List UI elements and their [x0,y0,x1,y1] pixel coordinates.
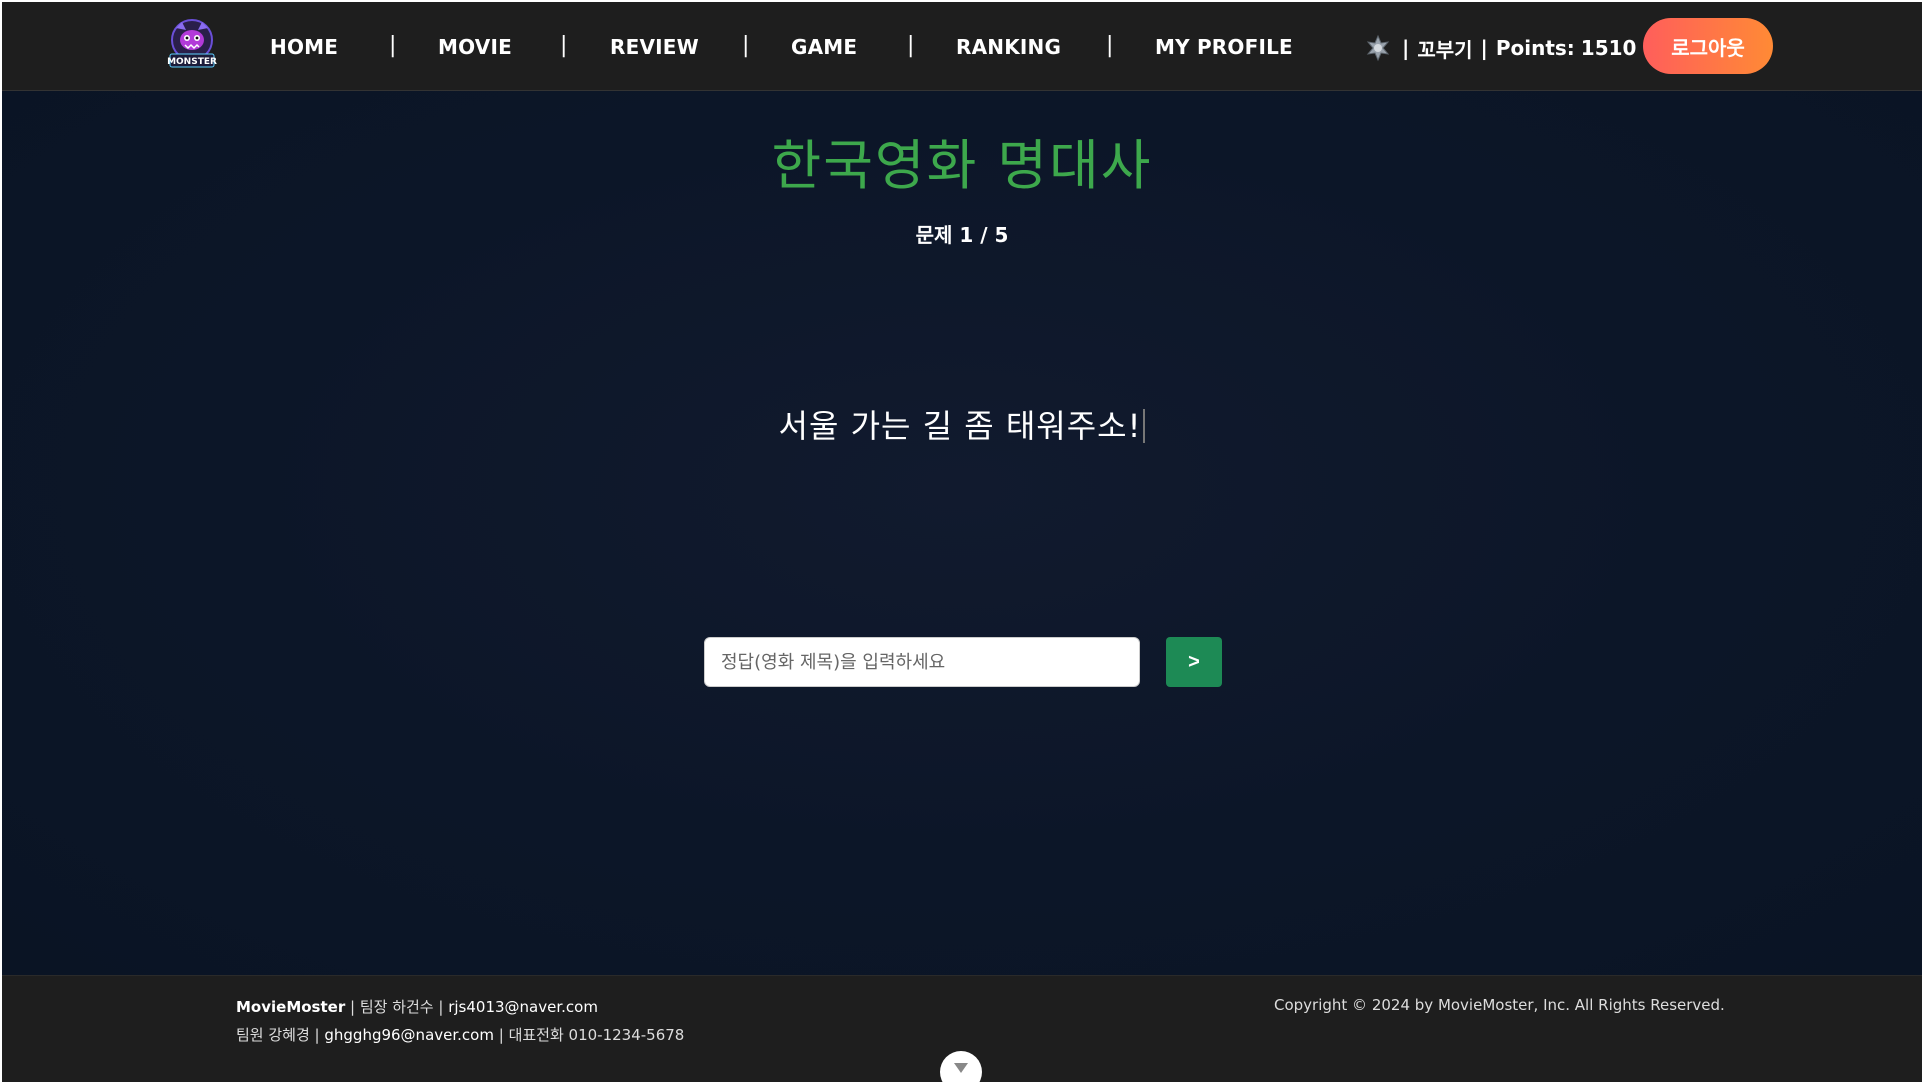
user-prefix: | [1402,36,1410,60]
footer-phone: | 대표전화 010-1234-5678 [498,1026,685,1044]
user-nickname: 꼬부기 [1417,37,1473,62]
nav-separator: | [907,33,915,58]
footer-member-label: 팀원 강혜경 | [236,1026,320,1044]
user-divider: | [1480,36,1488,60]
movie-quote: 서울 가는 길 좀 태워주소! [2,401,1922,447]
progress-value: 1 / 5 [959,223,1009,247]
footer-leader-label: | 팀장 하건수 | [350,998,444,1016]
rank-badge-icon [1366,34,1390,62]
game-main: 한국영화 명대사 문제 1 / 5 서울 가는 길 좀 태워주소! > [2,91,1922,975]
nav-review[interactable]: REVIEW [610,35,699,59]
answer-input[interactable] [704,637,1140,687]
points-value: 1510 [1580,36,1637,60]
footer-line-member: 팀원 강혜경 | ghgghg96@naver.com | 대표전화 010-1… [236,1024,684,1045]
user-info: | 꼬부기 | Points: 1510 [1364,30,1636,66]
footer: MovieMoster | 팀장 하건수 | rjs4013@naver.com… [2,975,1922,1082]
nav-ranking[interactable]: RANKING [956,35,1061,59]
nav-home[interactable]: HOME [270,35,338,59]
nav-separator: | [742,33,750,58]
footer-line-leader: MovieMoster | 팀장 하건수 | rjs4013@naver.com [236,996,598,1017]
scroll-toggle-button[interactable] [940,1051,982,1082]
submit-answer-button[interactable]: > [1166,637,1222,687]
nav-my-profile[interactable]: MY PROFILE [1155,35,1293,59]
nav-game[interactable]: GAME [791,35,857,59]
logout-button[interactable]: 로그아웃 [1643,18,1773,74]
page-title: 한국영화 명대사 [771,134,1153,197]
app-frame: MONSTER HOME | MOVIE | REVIEW | GAME | R… [2,2,1922,1082]
footer-brand: MovieMoster [236,998,346,1016]
progress-label: 문제 [915,223,953,247]
nav-separator: | [1106,33,1114,58]
copyright: Copyright © 2024 by MovieMoster, Inc. Al… [1274,996,1725,1014]
footer-leader-email[interactable]: rjs4013@naver.com [448,998,598,1016]
monster-logo[interactable]: MONSTER [166,18,218,72]
points-label: Points: [1495,36,1575,60]
nav-separator: | [389,33,397,58]
quote-text: 서울 가는 길 좀 태워주소! [778,407,1142,445]
chevron-down-icon [954,1063,968,1073]
question-progress: 문제 1 / 5 [2,219,1922,248]
footer-member-email[interactable]: ghgghg96@naver.com [324,1026,494,1044]
monster-logo-icon: MONSTER [167,19,217,68]
typing-cursor [1143,409,1146,443]
nav-movie[interactable]: MOVIE [438,35,512,59]
nav-separator: | [560,33,568,58]
top-navbar: MONSTER HOME | MOVIE | REVIEW | GAME | R… [2,2,1922,91]
logo-text: MONSTER [167,57,217,67]
